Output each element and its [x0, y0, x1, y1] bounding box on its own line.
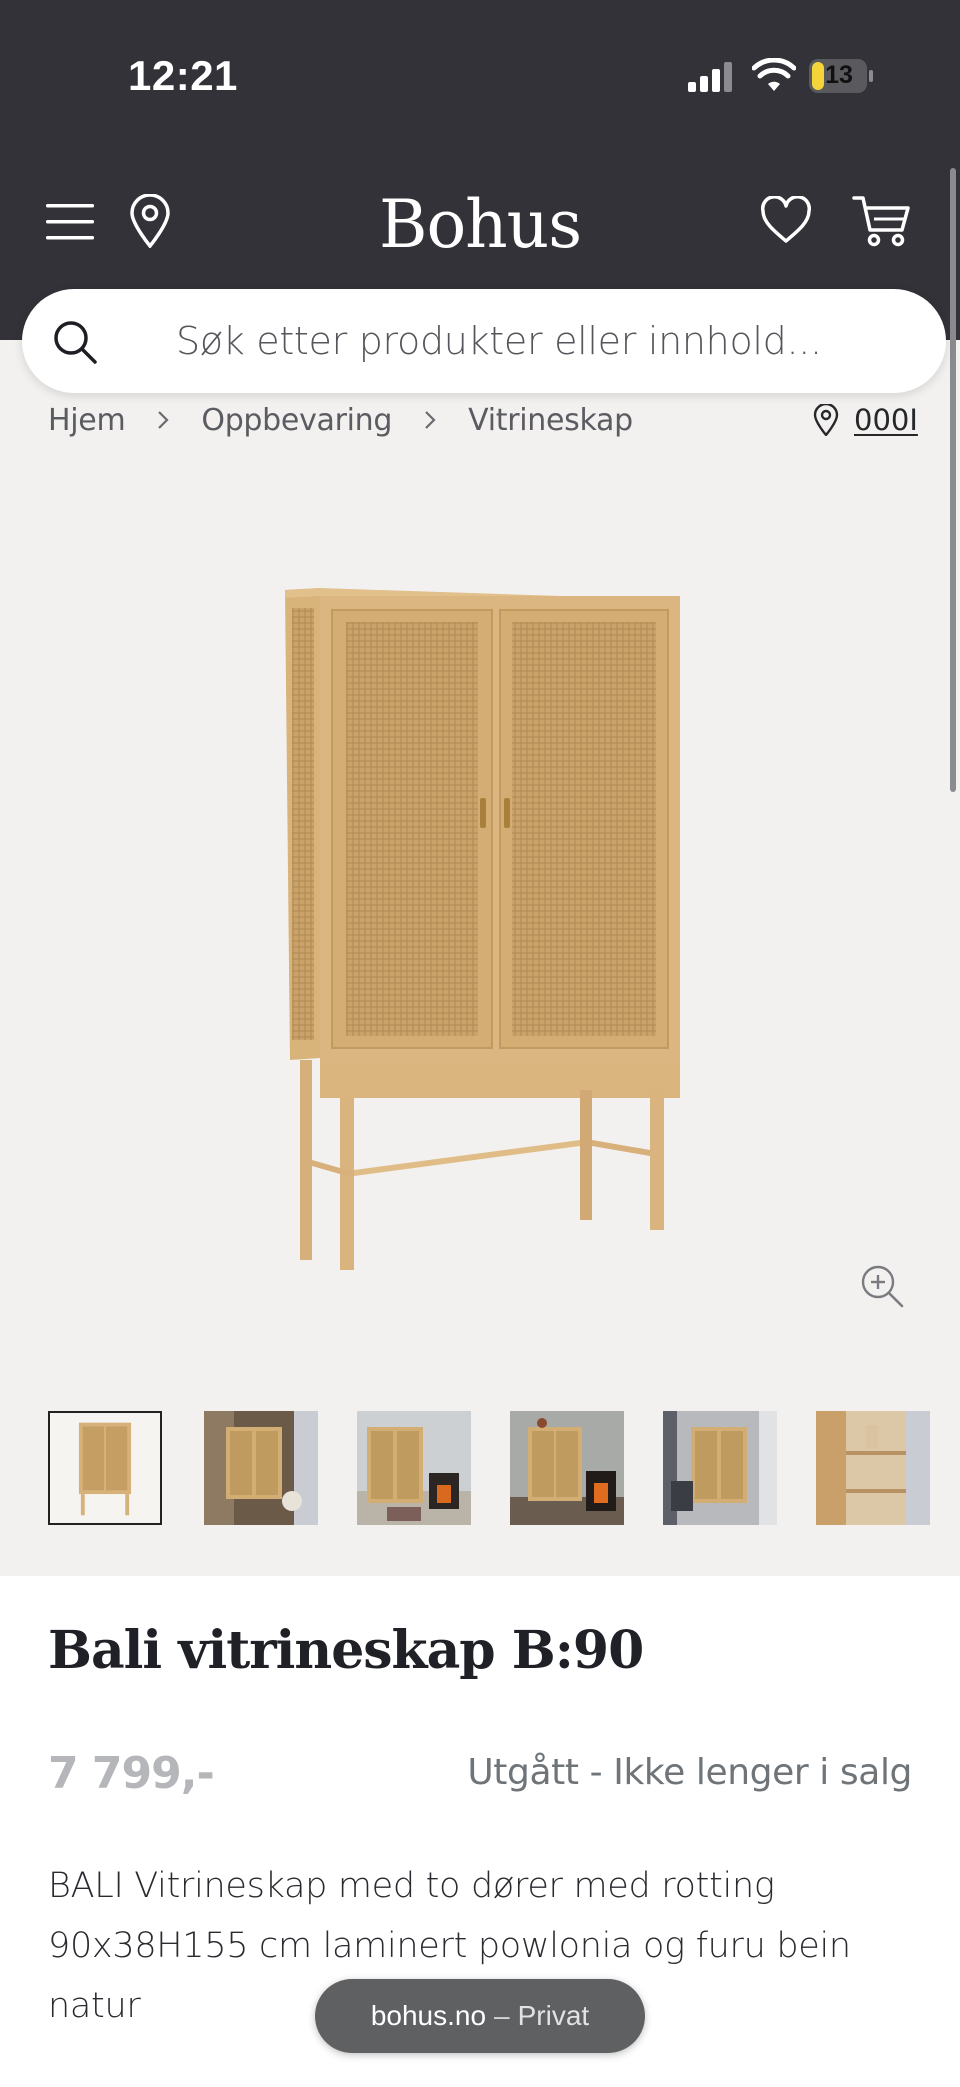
- battery-icon: 13: [808, 58, 874, 94]
- chevron-right-icon: [158, 411, 169, 429]
- browser-mode: Privat: [517, 2000, 590, 2031]
- search-icon[interactable]: [52, 319, 98, 365]
- heart-icon[interactable]: [760, 196, 812, 244]
- thumbnail-1[interactable]: [48, 1411, 162, 1525]
- thumbnail-5[interactable]: [663, 1411, 777, 1525]
- product-price: 7 799,-: [48, 1748, 215, 1799]
- brand-logo[interactable]: Bohus: [0, 186, 960, 263]
- browser-address-pill[interactable]: bohus.no – Privat: [315, 1979, 645, 2053]
- store-code[interactable]: 000I: [854, 403, 918, 437]
- breadcrumb: Hjem Oppbevaring Vitrineskap: [48, 398, 633, 442]
- availability-status: Utgått - Ikke lenger i salg: [467, 1752, 912, 1793]
- thumbnail-4[interactable]: [510, 1411, 624, 1525]
- cart-icon[interactable]: [852, 194, 912, 248]
- thumbnail-6[interactable]: [816, 1411, 930, 1525]
- signal-icon: [688, 62, 732, 92]
- thumbnail-strip: [48, 1411, 960, 1527]
- search-input[interactable]: Søk etter produkter eller innhold...: [176, 319, 822, 363]
- location-pin-icon: [813, 404, 839, 436]
- zoom-in-icon[interactable]: [858, 1262, 906, 1310]
- store-selector[interactable]: 000I: [812, 398, 918, 442]
- product-image-cabinet[interactable]: [260, 560, 700, 1280]
- breadcrumb-oppbevaring[interactable]: Oppbevaring: [201, 403, 392, 438]
- product-title: Bali vitrineskap B:90: [48, 1620, 644, 1681]
- browser-domain: bohus.no: [370, 2000, 487, 2031]
- breadcrumb-home[interactable]: Hjem: [48, 403, 126, 438]
- wifi-icon: [752, 58, 796, 91]
- thumbnail-2[interactable]: [204, 1411, 318, 1525]
- thumbnail-3[interactable]: [357, 1411, 471, 1525]
- chevron-right-icon: [425, 411, 436, 429]
- battery-level: 13: [825, 61, 853, 89]
- search-bar[interactable]: Søk etter produkter eller innhold...: [22, 289, 946, 393]
- browser-separator: –: [494, 2000, 510, 2031]
- status-time: 12:21: [128, 52, 238, 99]
- scrollbar[interactable]: [950, 168, 956, 792]
- breadcrumb-vitrineskap[interactable]: Vitrineskap: [468, 403, 633, 438]
- status-bar: 12:21 13: [0, 0, 960, 150]
